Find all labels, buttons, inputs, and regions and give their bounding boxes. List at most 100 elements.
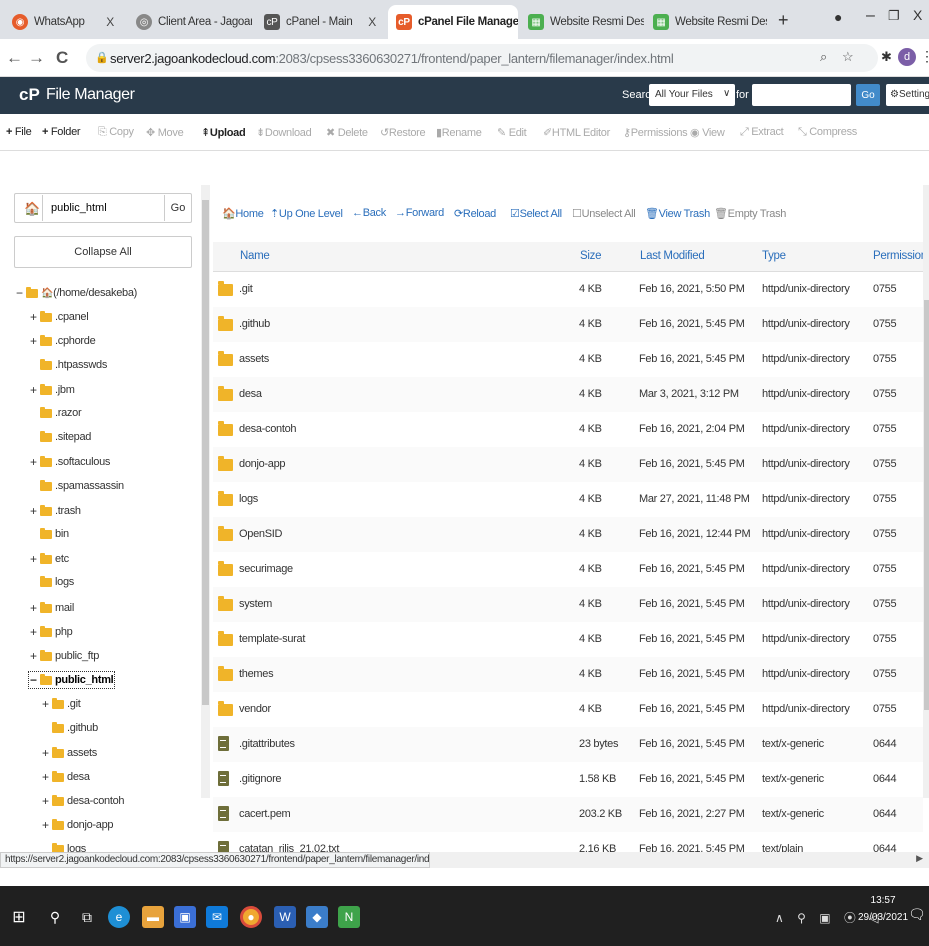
path-go-button[interactable]: Go [164,195,191,221]
expand-icon[interactable]: + [30,552,40,566]
cell-name[interactable]: donjo-app [239,458,286,470]
cell-name[interactable]: desa-contoh [239,423,297,435]
column-permissions[interactable]: Permissions [873,250,929,262]
tab-website-desa-2[interactable]: ▦ Website Resmi Desa D X [645,5,767,39]
expand-icon[interactable]: + [42,746,52,760]
cell-name[interactable]: logs [239,493,258,505]
tree-item[interactable]: .sitepad [30,430,91,443]
forward-button[interactable]: →Forward [395,207,444,219]
cell-name[interactable]: .git [239,283,253,295]
cell-name[interactable]: .gitignore [239,773,282,785]
tree-item[interactable]: + etc [30,552,69,566]
browser-menu-icon[interactable]: ⋮ [920,48,929,65]
cell-name[interactable]: cacert.pem [239,808,291,820]
column-size[interactable]: Size [580,250,601,262]
cell-name[interactable]: securimage [239,563,293,575]
minimize-icon[interactable]: – [866,7,875,25]
cell-name[interactable]: .gitattributes [239,738,295,750]
tab-website-desa-1[interactable]: ▦ Website Resmi Desa D X [520,5,644,39]
restore-button[interactable]: ↺Restore [380,126,426,139]
collapse-all-button[interactable]: Collapse All [14,236,192,268]
expand-icon[interactable]: + [30,383,40,397]
copy-button[interactable]: ⎘ Copy [98,126,134,139]
expand-icon[interactable]: + [42,770,52,784]
tree-item[interactable]: .spamassassin [30,479,124,492]
new-folder-button[interactable]: + Folder [42,126,81,138]
collapse-icon[interactable]: − [30,673,40,687]
cell-name[interactable]: vendor [239,703,271,715]
cell-name[interactable]: .github [239,318,270,330]
close-window-icon[interactable]: X [913,7,922,23]
collapse-icon[interactable]: − [16,286,26,300]
tree-item[interactable]: + desa-contoh [42,794,125,808]
move-button[interactable]: ✥ Move [146,126,184,139]
search-go-button[interactable]: Go [856,84,880,106]
forward-arrow-icon[interactable]: → [28,48,45,68]
table-row[interactable]: desa-contoh 4 KB Feb 16, 2021, 2:04 PM http… [213,412,923,447]
expand-icon[interactable]: + [30,601,40,615]
bookmark-star-icon[interactable]: ☆ [842,49,854,65]
delete-button[interactable]: ✖ Delete [326,126,368,139]
tree-item[interactable]: logs [30,575,74,588]
app-icon[interactable]: ◆ [306,906,328,928]
cell-name[interactable]: system [239,598,272,610]
tab-whatsapp[interactable]: ◉ WhatsApp X [4,5,122,39]
empty-trash-button[interactable]: 🗑Empty Trash [714,207,786,220]
edit-button[interactable]: ✎ Edit [497,126,527,139]
expand-icon[interactable]: + [30,625,40,639]
horizontal-scrollbar[interactable]: ▶ [430,852,929,868]
table-row[interactable]: assets 4 KB Feb 16, 2021, 5:45 PM httpd/uni… [213,342,923,377]
table-row[interactable]: themes 4 KB Feb 16, 2021, 5:45 PM httpd/uni… [213,657,923,692]
tree-item[interactable]: + .cpanel [30,310,89,324]
notification-icon[interactable]: 🗨 [908,906,926,923]
table-row[interactable]: catatan_rilis_21.02.txt 2.16 KB Feb 16, 20… [213,832,923,852]
column-last-modified[interactable]: Last Modified [640,250,705,262]
expand-icon[interactable]: + [42,818,52,832]
table-row[interactable]: donjo-app 4 KB Feb 16, 2021, 5:45 PM httpd/… [213,447,923,482]
table-row[interactable]: .git 4 KB Feb 16, 2021, 5:50 PM httpd/unix-… [213,272,923,307]
tree-item[interactable]: + mail [30,601,74,615]
html-editor-button[interactable]: ✐HTML Editor [543,126,610,139]
tree-item[interactable]: + .git [42,697,81,711]
search-input[interactable] [752,84,851,106]
search-icon[interactable]: ⚲ [44,906,66,928]
table-row[interactable]: desa 4 KB Mar 3, 2021, 3:12 PM httpd/unix-d… [213,377,923,412]
table-row[interactable]: securimage 4 KB Feb 16, 2021, 5:45 PM httpd… [213,552,923,587]
tab-cpanel-main[interactable]: cP cPanel - Main X [256,5,384,39]
cell-name[interactable]: desa [239,388,262,400]
table-row[interactable]: .gitattributes 23 bytes Feb 16, 2021, 5:45… [213,727,923,762]
compress-button[interactable]: ⤡ Compress [798,126,857,139]
expand-icon[interactable]: + [30,334,40,348]
tree-item[interactable]: + php [30,625,73,639]
tree-item[interactable]: + public_ftp [30,649,99,663]
table-row[interactable]: logs 4 KB Mar 27, 2021, 11:48 PM httpd/unix… [213,482,923,517]
file-explorer-icon[interactable]: ▬ [142,906,164,928]
store-icon[interactable]: ▣ [174,906,196,928]
view-trash-button[interactable]: 🗑View Trash [645,207,710,220]
tree-item[interactable]: bin [30,527,69,540]
rename-button[interactable]: ▮Rename [436,126,482,139]
expand-icon[interactable]: + [30,649,40,663]
up-one-level-button[interactable]: ⇡Up One Level [270,207,343,220]
cell-name[interactable]: assets [239,353,269,365]
tree-item[interactable]: + .trash [30,504,81,518]
tab-search-icon[interactable]: ● [834,9,842,25]
table-row[interactable]: .github 4 KB Feb 16, 2021, 5:45 PM httpd/un… [213,307,923,342]
edge-icon[interactable]: e [108,906,130,928]
word-icon[interactable]: W [274,906,296,928]
mail-icon[interactable]: ✉ [206,906,228,928]
cell-name[interactable]: template-surat [239,633,305,645]
task-view-icon[interactable]: ⧉ [76,906,98,928]
cell-name[interactable]: catatan_rilis_21.02.txt [239,843,339,852]
taskbar-clock[interactable]: 13:57 29/03/2021 [858,892,908,926]
upload-button[interactable]: ⇞Upload [201,126,246,139]
tree-item[interactable]: .razor [30,406,82,419]
expand-icon[interactable]: + [30,310,40,324]
back-arrow-icon[interactable]: ← [6,48,23,68]
expand-icon[interactable]: + [42,697,52,711]
column-type[interactable]: Type [762,250,786,262]
tree-item[interactable]: − public_html [27,671,116,689]
restore-window-icon[interactable]: ❐ [888,8,900,24]
new-file-button[interactable]: + File [6,126,32,138]
permissions-button[interactable]: ⚷Permissions [623,126,688,139]
